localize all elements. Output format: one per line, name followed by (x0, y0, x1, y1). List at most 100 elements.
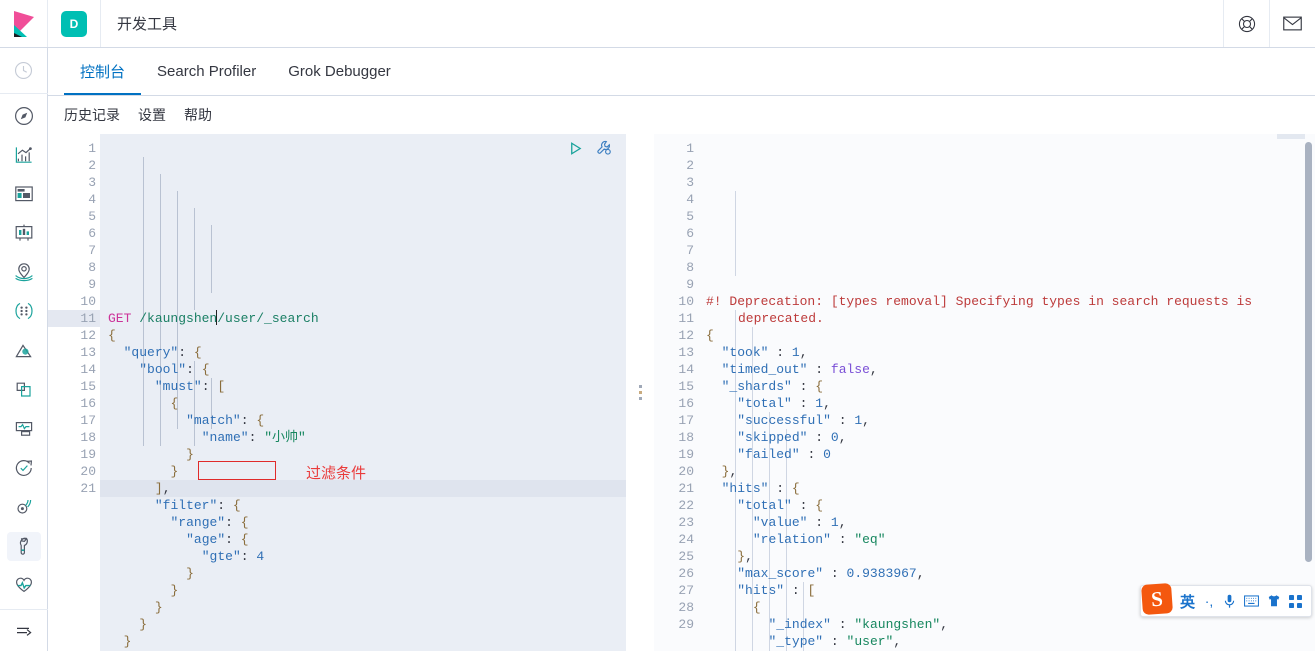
sidebar-item-infrastructure[interactable] (7, 336, 41, 365)
shirt-skin-icon[interactable] (1263, 594, 1285, 608)
sidebar-item-logs[interactable] (7, 375, 41, 404)
sidebar-item-dashboard[interactable] (7, 179, 41, 208)
line-number: 7▾ (48, 242, 109, 259)
menu-item-history[interactable]: 历史记录 (64, 105, 120, 125)
request-code[interactable]: GET /kaungshen/user/_search{ "query": { … (100, 134, 626, 651)
global-header: D 开发工具 (0, 0, 1315, 48)
line-number: 9▴ (48, 276, 109, 293)
line-number: 28 (678, 600, 694, 615)
play-triangle-icon[interactable] (568, 141, 583, 161)
dashboard-icon (14, 186, 33, 202)
primary-navigation (0, 48, 48, 651)
wrench-icon[interactable] (596, 140, 612, 161)
sidebar-item-visualize[interactable] (7, 140, 41, 169)
line-number: 27▾ (654, 582, 707, 599)
line-number: 20▴ (48, 463, 109, 480)
sidebar-item-dev-tools[interactable] (6, 531, 41, 561)
line-number: 19▴ (48, 446, 109, 463)
sogou-logo-icon[interactable]: S (1140, 582, 1174, 615)
kibana-home-link[interactable] (0, 0, 48, 47)
space-badge: D (61, 10, 87, 37)
tab-console[interactable]: 控制台 (64, 49, 142, 95)
code-line: "_shards" : { (721, 379, 824, 394)
line-number: 2▾ (654, 157, 707, 174)
ime-language-mode[interactable]: 英 (1176, 591, 1199, 612)
line-number: 21▴ (48, 480, 109, 497)
code-line: "_type" : "user", (768, 634, 902, 649)
line-number: 6▾ (48, 225, 109, 242)
line-number: 1 (88, 141, 96, 156)
uptime-icon (15, 460, 32, 476)
response-scroll-track-top (1277, 134, 1305, 139)
help-button[interactable] (1223, 0, 1269, 47)
newsfeed-button[interactable] (1269, 0, 1315, 47)
app-body: 控制台 Search Profiler Grok Debugger 历史记录 设… (0, 48, 1315, 651)
line-number: 16▴ (48, 395, 109, 412)
sidebar-item-siem[interactable] (7, 493, 41, 522)
code-line: } (154, 600, 163, 615)
code-line: "took" : 1, (721, 345, 808, 360)
page-title: 开发工具 (117, 16, 178, 33)
code-line: "timed_out" : false, (721, 362, 878, 377)
sidebar-item-canvas[interactable] (7, 218, 41, 247)
space-switcher[interactable]: D (48, 0, 101, 47)
line-number: 3 (686, 175, 694, 190)
response-scrollbar[interactable] (1305, 134, 1312, 651)
sidebar-item-machine-learning[interactable] (7, 297, 41, 326)
visualize-chart-icon (15, 146, 32, 163)
sidebar-item-stack-monitoring[interactable] (7, 571, 41, 600)
microphone-icon[interactable] (1219, 594, 1240, 609)
line-number: 2▾ (48, 157, 109, 174)
sidebar-item-apm[interactable] (7, 414, 41, 443)
stack-monitoring-icon (15, 578, 32, 593)
canvas-icon (15, 224, 32, 241)
line-number: 9 (686, 277, 694, 292)
code-line: }, (737, 549, 753, 564)
line-number: 14▾ (48, 361, 109, 378)
sidebar-item-discover[interactable] (7, 101, 41, 130)
response-viewer[interactable]: 12▾345▾678910▴11▾12▾131415▴1617▾18▾19202… (654, 134, 1315, 651)
code-line: "failed" : 0 (737, 447, 831, 462)
dev-tools-tabs: 控制台 Search Profiler Grok Debugger (48, 48, 1315, 96)
dev-tools-content: 控制台 Search Profiler Grok Debugger 历史记录 设… (48, 48, 1315, 651)
code-line: "range": { (170, 515, 249, 530)
code-line: "_index" : "kaungshen", (768, 617, 949, 632)
code-line: "match": { (186, 413, 265, 428)
code-line: "hits" : { (721, 481, 800, 496)
line-number: 7 (686, 243, 694, 258)
sidebar-item-collapse-nav[interactable] (7, 617, 41, 646)
console-panes: 12▾3▾4▾5▾6▾7▾89▴10▴11▴12▾13▾14▾1516▴17▴1… (48, 134, 1315, 651)
sidebar-item-uptime[interactable] (7, 453, 41, 482)
line-number: 17▾ (654, 412, 707, 429)
response-scrollbar-thumb[interactable] (1305, 142, 1312, 562)
request-editor[interactable]: 12▾3▾4▾5▾6▾7▾89▴10▴11▴12▾13▾14▾1516▴17▴1… (48, 134, 626, 651)
code-line: { (170, 396, 179, 411)
code-line: "total" : { (737, 498, 824, 513)
code-line: } (186, 566, 194, 581)
apps-grid-icon[interactable] (1285, 594, 1306, 608)
line-number: 5▾ (48, 208, 109, 225)
keyboard-icon[interactable] (1240, 595, 1263, 607)
code-line: "must": [ (154, 379, 226, 394)
menu-item-settings[interactable]: 设置 (138, 105, 166, 125)
line-number: 13 (678, 345, 694, 360)
sogou-ime-toolbar[interactable]: S 英 ·, (1140, 582, 1312, 617)
sidebar-divider-bottom (0, 609, 48, 610)
sidebar-item-recently-viewed[interactable] (7, 56, 41, 85)
infrastructure-icon (14, 343, 32, 357)
tab-grok-debugger[interactable]: Grok Debugger (272, 49, 407, 95)
line-number: 24 (678, 532, 694, 547)
code-line: { (706, 328, 714, 343)
line-number: 15 (80, 379, 96, 394)
menu-item-help[interactable]: 帮助 (184, 105, 212, 125)
code-line: GET /kaungshen/user/_search (108, 311, 319, 326)
tab-search-profiler[interactable]: Search Profiler (141, 49, 272, 95)
line-number: 23▾ (654, 514, 707, 531)
ime-punctuation-toggle[interactable]: ·, (1199, 593, 1219, 609)
line-number: 19 (678, 447, 694, 462)
pane-splitter[interactable] (626, 134, 654, 651)
sidebar-item-maps[interactable] (7, 258, 41, 287)
line-number: 8 (686, 260, 694, 275)
line-number: 1 (686, 141, 694, 156)
code-line: "query": { (123, 345, 202, 360)
